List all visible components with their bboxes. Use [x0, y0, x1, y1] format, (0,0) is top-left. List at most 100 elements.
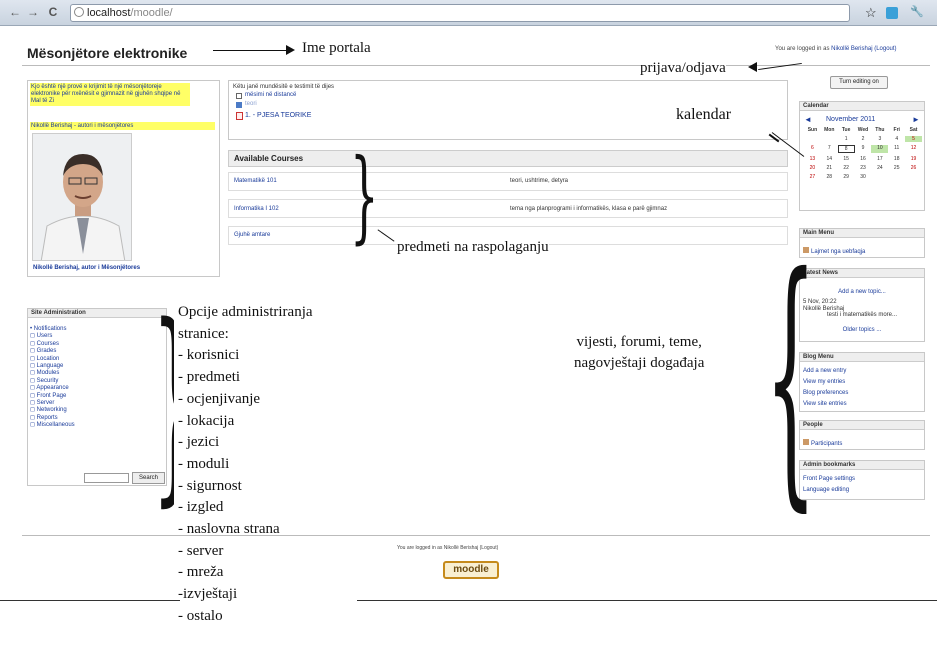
admin-item-appearance[interactable]: ◻ Appearance: [30, 385, 75, 392]
forward-button[interactable]: →: [26, 5, 40, 19]
admin-item-reports[interactable]: ◻ Reports: [30, 415, 75, 422]
login-info: You are logged in as Nikollë Berishaj (L…: [775, 46, 897, 52]
calendar-day[interactable]: 10: [871, 145, 889, 153]
course-link-informatics[interactable]: Informatika I 102: [234, 206, 279, 212]
calendar-empty-cell: [905, 174, 922, 180]
calendar-day[interactable]: 7: [821, 145, 838, 153]
reload-button[interactable]: C: [46, 5, 60, 19]
featured-text: Kjo është një provë e krijimit të një më…: [30, 83, 190, 106]
forum-icon: [236, 93, 242, 99]
logout-link[interactable]: (Logout): [874, 46, 896, 52]
admin-item-grades[interactable]: ◻ Grades: [30, 348, 75, 355]
main-menu-heading: Main Menu: [800, 229, 924, 238]
admin-item-modules[interactable]: ◻ Modules: [30, 370, 75, 377]
calendar-day[interactable]: 14: [821, 156, 838, 162]
calendar-day-header: Wed: [857, 127, 869, 133]
older-topics-link[interactable]: Older topics ...: [843, 327, 882, 333]
news-brace: {: [765, 219, 817, 534]
extension-icon[interactable]: [886, 7, 898, 19]
admin-item-courses[interactable]: ◻ Courses: [30, 341, 75, 348]
courses-brace: }: [350, 137, 379, 254]
admin-item-miscellaneous[interactable]: ◻ Miscellaneous: [30, 422, 75, 429]
turn-editing-on-button[interactable]: Turn editing on: [830, 76, 888, 89]
calendar-day[interactable]: 27: [804, 174, 821, 180]
course-desc-informatics: tema nga planprogrami i informatikës, kl…: [510, 206, 668, 212]
site-news-link[interactable]: Lajmet nga uebfaqja: [811, 249, 865, 255]
admin-item-notifications[interactable]: • Notifications: [30, 326, 75, 333]
annotation-portal-name: Ime portala: [302, 40, 371, 57]
calendar-day[interactable]: 3: [871, 136, 888, 142]
calendar-day[interactable]: 8: [837, 145, 855, 153]
calendar-day[interactable]: 5: [905, 136, 922, 142]
calendar-month[interactable]: November 2011: [826, 116, 875, 123]
calendar-day[interactable]: 9: [855, 145, 872, 153]
wrench-icon[interactable]: 🔧: [910, 5, 924, 18]
theory-part-link[interactable]: 1. - PJESA TEORIKE: [245, 112, 311, 119]
admin-item-language[interactable]: ◻ Language: [30, 363, 75, 370]
people-heading: People: [800, 421, 924, 430]
star-icon[interactable]: ☆: [865, 5, 877, 21]
admin-item-location[interactable]: ◻ Location: [30, 356, 75, 363]
calendar-day[interactable]: 4: [888, 136, 905, 142]
calendar-next-button[interactable]: ►: [912, 115, 920, 124]
admin-bookmarks-heading: Admin bookmarks: [800, 461, 924, 470]
page-bottom-line: [0, 600, 180, 601]
calendar-day[interactable]: 28: [821, 174, 838, 180]
back-button[interactable]: ←: [8, 5, 22, 19]
course-row: [228, 172, 788, 191]
calendar-day[interactable]: 17: [871, 156, 888, 162]
course-row: [228, 199, 788, 218]
address-bar[interactable]: localhost/moodle/: [70, 4, 850, 22]
calendar-day[interactable]: 13: [804, 156, 821, 162]
login-prefix: You are logged in as: [775, 46, 830, 52]
calendar-grid: Sun Mon Tue Wed Thu Fri Sat 1 2 3 4 5 6 7 8 9 10 11 12 13 14…: [804, 127, 922, 180]
calendar-day[interactable]: 18: [888, 156, 905, 162]
calendar-empty-cell: [821, 136, 838, 142]
login-user-link[interactable]: Nikollë Berishaj: [831, 46, 872, 52]
course-link-math[interactable]: Matematikë 101: [234, 178, 277, 184]
page-info-icon[interactable]: [74, 7, 84, 17]
distance-learning-link[interactable]: mësimi në distancë: [245, 92, 296, 98]
admin-item-security[interactable]: ◻ Security: [30, 378, 75, 385]
annotation-news: vijesti, forumi, teme, nagovještaji doga…: [566, 332, 713, 374]
admin-item-server[interactable]: ◻ Server: [30, 400, 75, 407]
annotation-admin-options: Opcije administriranja stranice: - koris…: [174, 302, 317, 628]
calendar-day-header: Sat: [909, 127, 918, 133]
portal-arrow-head: [286, 45, 295, 55]
calendar-day[interactable]: 19: [905, 156, 922, 162]
moodle-logo[interactable]: moodle: [443, 561, 499, 579]
calendar-day[interactable]: 2: [855, 136, 872, 142]
calendar-day[interactable]: 15: [838, 156, 855, 162]
footer-login-info: You are logged in as Nikollë Berishaj (L…: [397, 545, 499, 551]
blog-menu-heading: Blog Menu: [800, 353, 924, 362]
news-date: 5 Nov, 20:22: [803, 299, 837, 305]
calendar-day[interactable]: 29: [838, 174, 855, 180]
calendar-day[interactable]: 23: [855, 165, 872, 171]
calendar-day[interactable]: 21: [821, 165, 838, 171]
course-link-mother-tongue[interactable]: Gjuhë amtare: [234, 232, 270, 238]
calendar-day[interactable]: 11: [888, 145, 905, 153]
calendar-prev-button[interactable]: ◄: [804, 115, 812, 124]
calendar-day[interactable]: 25: [888, 165, 905, 171]
admin-search-input[interactable]: [84, 473, 129, 483]
pdf-icon: [236, 112, 243, 120]
calendar-day[interactable]: 16: [855, 156, 872, 162]
calendar-day[interactable]: 12: [905, 145, 922, 153]
add-topic-link[interactable]: Add a new topic...: [838, 289, 886, 295]
courses-heading: Available Courses: [228, 150, 788, 167]
admin-item-front-page[interactable]: ◻ Front Page: [30, 393, 75, 400]
calendar-day[interactable]: 26: [905, 165, 922, 171]
latest-news-heading: Latest News: [800, 269, 924, 278]
calendar-day[interactable]: 1: [838, 136, 855, 142]
calendar-day[interactable]: 6: [804, 145, 821, 153]
admin-item-users[interactable]: ◻ Users: [30, 333, 75, 340]
course-desc-math: teori, ushtrime, detyra: [510, 178, 569, 184]
calendar-day[interactable]: 20: [804, 165, 821, 171]
theory-link[interactable]: teori: [245, 101, 257, 107]
calendar-day[interactable]: 24: [871, 165, 888, 171]
calendar-empty-cell: [871, 174, 888, 180]
portal-arrow-line: [213, 50, 288, 51]
admin-item-networking[interactable]: ◻ Networking: [30, 407, 75, 414]
calendar-day[interactable]: 30: [855, 174, 872, 180]
calendar-day[interactable]: 22: [838, 165, 855, 171]
